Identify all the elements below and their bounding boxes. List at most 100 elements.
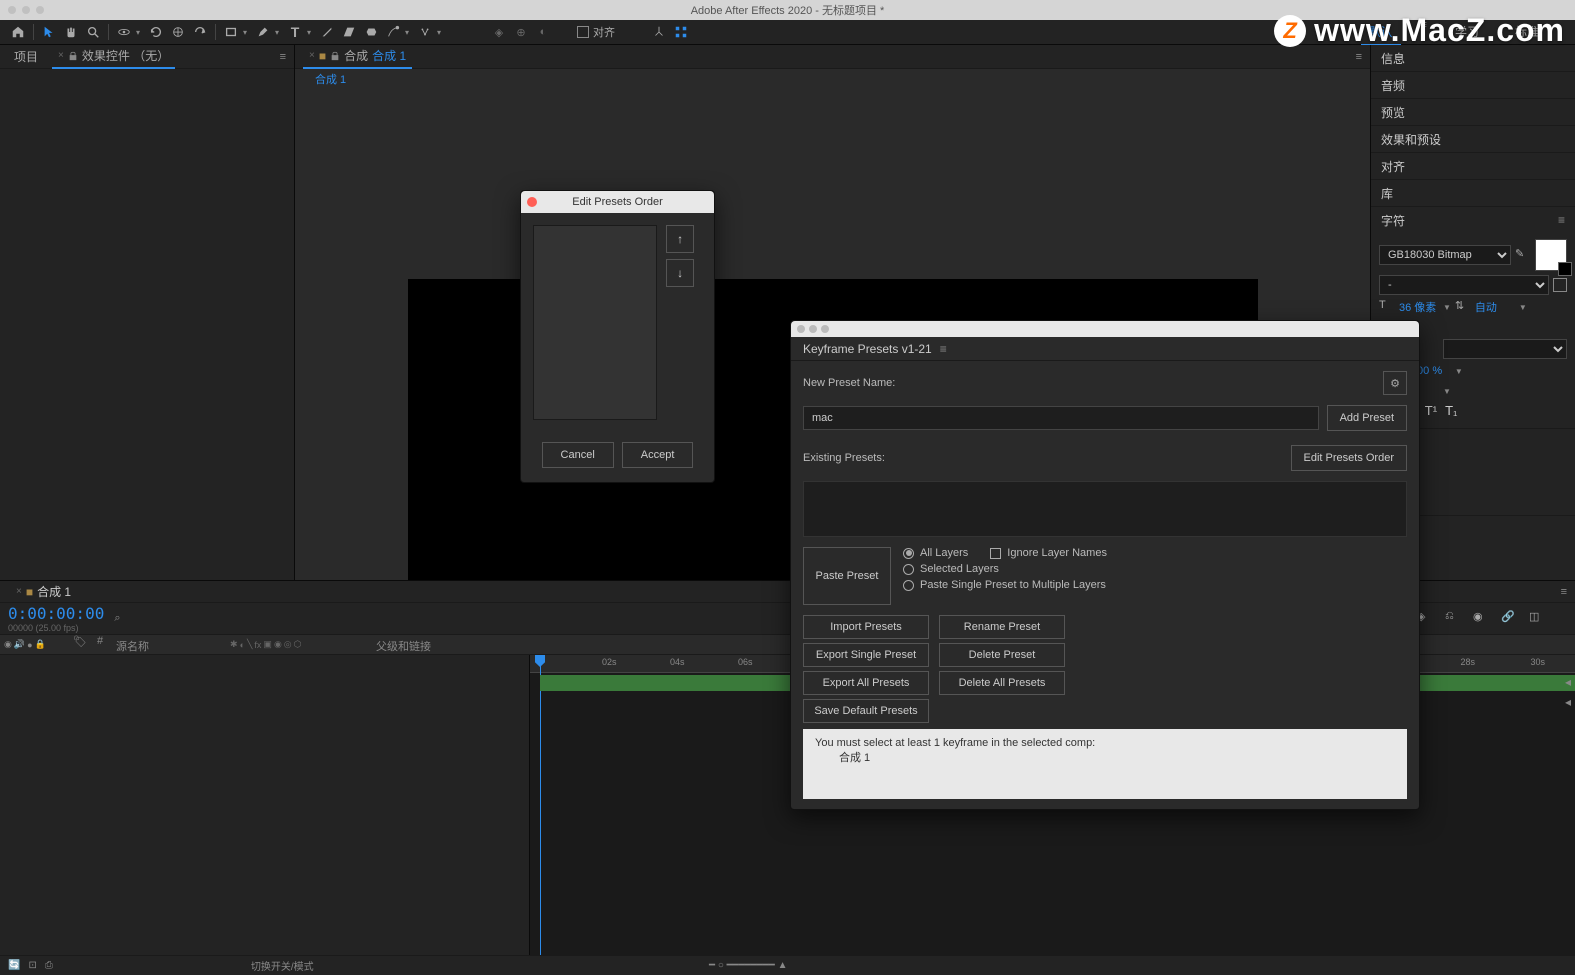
fill-color-swatch[interactable] (1535, 239, 1567, 271)
close-traffic-light[interactable] (8, 6, 16, 14)
save-default-presets-button[interactable]: Save Default Presets (803, 699, 929, 723)
export-all-presets-button[interactable]: Export All Presets (803, 671, 929, 695)
panel-menu-icon[interactable]: ≡ (280, 51, 286, 63)
superscript-icon[interactable]: T¹ (1425, 403, 1437, 418)
snap-icon-2[interactable]: ◐ (533, 22, 553, 42)
solo-icon[interactable]: ● (27, 640, 32, 650)
paste-preset-button[interactable]: Paste Preset (803, 547, 891, 605)
dialog-titlebar[interactable] (791, 321, 1419, 337)
delete-all-presets-button[interactable]: Delete All Presets (939, 671, 1065, 695)
panel-effects-presets[interactable]: 效果和预设 (1371, 126, 1575, 152)
new-preset-input[interactable] (803, 406, 1319, 430)
subscript-icon[interactable]: T₁ (1445, 403, 1457, 418)
tab-close-icon[interactable]: × (58, 50, 64, 61)
dialog-close-icon[interactable] (797, 325, 805, 333)
roto-tool-icon[interactable] (383, 22, 403, 42)
dialog-close-icon[interactable] (527, 197, 537, 207)
camera-tool-icon[interactable] (190, 22, 210, 42)
tl-icon-5[interactable]: 🔗 (1501, 610, 1519, 628)
eyedropper-icon[interactable]: ✎ (1515, 247, 1531, 263)
panel-preview[interactable]: 预览 (1371, 99, 1575, 125)
selected-layers-radio[interactable] (903, 564, 914, 575)
rename-preset-button[interactable]: Rename Preset (939, 615, 1065, 639)
timecode[interactable]: 0:00:00:00 (8, 604, 104, 623)
pen-tool-icon[interactable] (253, 22, 273, 42)
home-icon[interactable] (8, 22, 28, 42)
col-hash[interactable]: # (90, 635, 110, 654)
existing-presets-list[interactable] (803, 481, 1407, 537)
zoom-tool-icon[interactable] (83, 22, 103, 42)
selection-tool-icon[interactable] (39, 22, 59, 42)
lock-col-icon[interactable]: 🔒 (35, 639, 46, 650)
tl-icon-graph[interactable]: ◫ (1529, 610, 1547, 628)
dialog-titlebar[interactable]: Edit Presets Order (521, 191, 714, 213)
footer-toggle-label[interactable]: 切换开关/模式 (251, 958, 314, 973)
panel-library[interactable]: 库 (1371, 180, 1575, 206)
dialog-min-icon[interactable] (809, 325, 817, 333)
col-label[interactable]: 🏷 (70, 635, 90, 654)
add-preset-button[interactable]: Add Preset (1327, 405, 1407, 431)
disclosure-icon[interactable]: ▼ (1519, 303, 1527, 312)
eye-icon[interactable]: ◉ (4, 639, 12, 650)
tab-project[interactable]: 项目 (8, 45, 44, 68)
panel-audio[interactable]: 音频 (1371, 72, 1575, 98)
ignore-names-checkbox[interactable] (990, 548, 1001, 559)
dialog-max-icon[interactable] (821, 325, 829, 333)
panel-menu-icon[interactable]: ≡ (1356, 51, 1362, 63)
accept-button[interactable]: Accept (622, 442, 694, 468)
rectangle-tool-icon[interactable] (221, 22, 241, 42)
anchor-tool-icon[interactable] (168, 22, 188, 42)
panel-menu-icon[interactable]: ≡ (1561, 586, 1567, 598)
tl-footer-icon-3[interactable]: ⎙ (45, 960, 53, 971)
disclosure-icon[interactable]: ▼ (1455, 367, 1463, 376)
col-parent[interactable]: 父级和链接 (370, 635, 437, 654)
clone-tool-icon[interactable] (339, 22, 359, 42)
hand-tool-icon[interactable] (61, 22, 81, 42)
import-presets-button[interactable]: Import Presets (803, 615, 929, 639)
timeline-search[interactable] (131, 613, 231, 625)
tab-close-icon[interactable]: × (16, 586, 22, 597)
presets-order-list[interactable] (533, 225, 657, 420)
tl-icon-4[interactable]: ◉ (1473, 610, 1491, 628)
move-down-button[interactable]: ↓ (666, 259, 694, 287)
puppet-tool-icon[interactable] (415, 22, 435, 42)
snap-icon[interactable]: ⊕ (511, 22, 531, 42)
speaker-icon[interactable]: 🔊 (14, 639, 25, 650)
orbit-tool-icon[interactable] (114, 22, 134, 42)
search-icon[interactable] (649, 22, 669, 42)
move-up-button[interactable]: ↑ (666, 225, 694, 253)
cancel-button[interactable]: Cancel (542, 442, 614, 468)
maximize-traffic-light[interactable] (36, 6, 44, 14)
col-source-name[interactable]: 源名称 (110, 635, 230, 654)
timeline-tab[interactable]: × ■ 合成 1 (8, 580, 79, 603)
mesh-icon[interactable]: ◈ (489, 22, 509, 42)
stroke-select[interactable] (1443, 339, 1567, 359)
playhead[interactable] (540, 655, 541, 955)
stroke-swatch-icon[interactable] (1553, 278, 1567, 292)
disclosure-icon[interactable]: ▼ (1443, 303, 1451, 312)
tl-footer-icon-2[interactable]: ⊡ (28, 960, 36, 971)
rotate-tool-icon[interactable] (146, 22, 166, 42)
edit-presets-order-button[interactable]: Edit Presets Order (1291, 445, 1407, 471)
timeline-layers[interactable] (0, 655, 530, 955)
font-size-input[interactable] (1399, 301, 1439, 313)
export-single-preset-button[interactable]: Export Single Preset (803, 643, 929, 667)
panel-align[interactable]: 对齐 (1371, 153, 1575, 179)
delete-preset-button[interactable]: Delete Preset (939, 643, 1065, 667)
grid-icon[interactable] (671, 22, 691, 42)
search-icon[interactable]: ⌕ (114, 612, 120, 625)
panel-menu-icon[interactable]: ≡ (1558, 213, 1565, 227)
comp-subtab[interactable]: 合成 1 (305, 69, 356, 89)
tab-composition[interactable]: × ■ 合成 合成 1 (303, 44, 412, 69)
font-select[interactable]: GB18030 Bitmap (1379, 245, 1511, 265)
all-layers-radio[interactable] (903, 548, 914, 559)
brush-tool-icon[interactable] (317, 22, 337, 42)
tab-close-icon[interactable]: × (309, 50, 315, 61)
settings-gear-button[interactable]: ⚙ (1383, 371, 1407, 395)
disclosure-icon[interactable]: ▼ (1443, 387, 1451, 396)
marker-icon-2[interactable]: ◂ (1565, 695, 1571, 709)
eraser-tool-icon[interactable] (361, 22, 381, 42)
minimize-traffic-light[interactable] (22, 6, 30, 14)
leading-input[interactable] (1475, 301, 1515, 313)
tl-footer-icon[interactable]: 🔄 (8, 960, 20, 971)
